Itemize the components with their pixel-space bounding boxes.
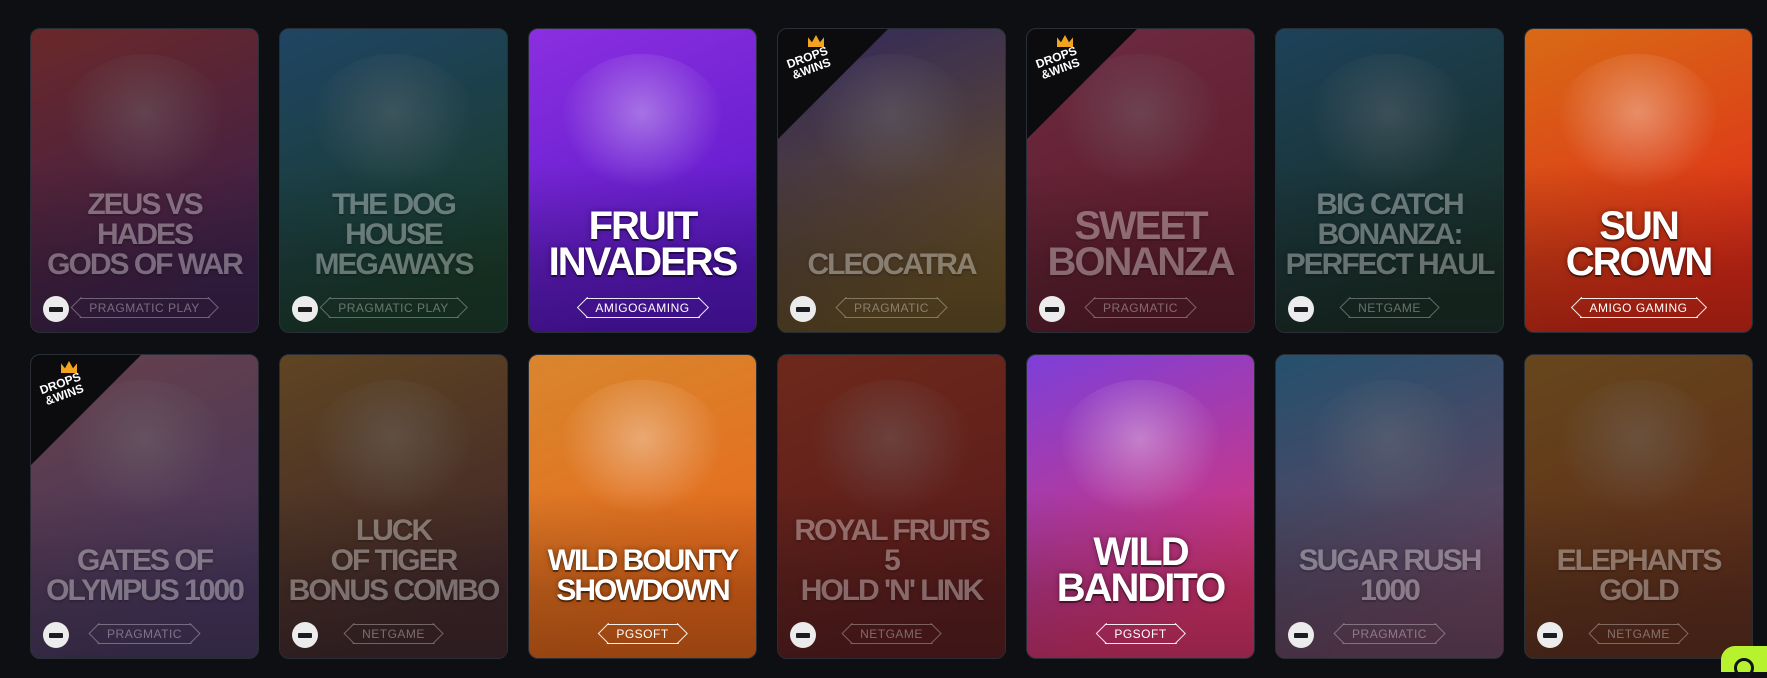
- provider-name: PRAGMATIC: [1103, 301, 1178, 315]
- game-card-12[interactable]: WILD BANDITO PGSOFT: [1026, 354, 1255, 659]
- game-title: LUCK OF TIGER BONUS COMBO: [288, 514, 501, 607]
- provider-label: NETGAME: [342, 622, 445, 645]
- game-card-4[interactable]: CLEOCATRA PRAGMATIC DROPS &WINS: [777, 28, 1006, 333]
- game-title: ROYAL FRUITS 5 HOLD 'N' LINK: [794, 514, 990, 607]
- provider-label: NETGAME: [1587, 622, 1690, 645]
- no-entry-icon: [790, 296, 816, 322]
- disabled-overlay: [778, 355, 1005, 658]
- provider-label: PRAGMATIC PLAY: [70, 296, 219, 319]
- provider-label: NETGAME: [1338, 296, 1441, 319]
- game-card-3[interactable]: FRUIT INVADERS AMIGOGAMING: [528, 28, 757, 333]
- game-title: ELEPHANTS GOLD: [1556, 544, 1723, 607]
- search-icon: [1734, 658, 1754, 678]
- game-title: THE DOG HOUSE MEGAWAYS: [314, 188, 475, 281]
- disabled-overlay: [31, 29, 258, 332]
- game-card-8[interactable]: GATES OF OLYMPUS 1000 PRAGMATIC DROPS &WI…: [30, 354, 259, 659]
- no-entry-icon: [43, 622, 69, 648]
- no-entry-icon: [1039, 296, 1065, 322]
- game-title: CLEOCATRA: [807, 248, 977, 281]
- provider-name: AMIGOGAMING: [595, 301, 690, 315]
- provider-label: NETGAME: [840, 622, 943, 645]
- game-card-10[interactable]: WILD BOUNTY SHOWDOWN PGSOFT: [528, 354, 757, 659]
- game-title: WILD BOUNTY SHOWDOWN: [547, 544, 740, 607]
- provider-name: PGSOFT: [616, 627, 669, 641]
- game-title: ZEUS vs HADES GODS OF WAR: [47, 188, 244, 281]
- provider-label: AMIGOGAMING: [576, 296, 709, 319]
- provider-name: NETGAME: [1607, 627, 1670, 641]
- game-card-11[interactable]: ROYAL FRUITS 5 HOLD 'N' LINK NETGAME: [777, 354, 1006, 659]
- provider-name: NETGAME: [860, 627, 923, 641]
- provider-name: PRAGMATIC: [1352, 627, 1427, 641]
- provider-name: PRAGMATIC PLAY: [89, 301, 200, 315]
- provider-label: PRAGMATIC: [87, 622, 202, 645]
- disabled-overlay: [1276, 29, 1503, 332]
- game-card-7[interactable]: SUN CROWN AMIGO GAMING: [1524, 28, 1753, 333]
- provider-label: PGSOFT: [1095, 622, 1186, 645]
- no-entry-icon: [43, 296, 69, 322]
- no-entry-icon: [292, 296, 318, 322]
- provider-name: NETGAME: [362, 627, 425, 641]
- provider-name: PGSOFT: [1114, 627, 1167, 641]
- game-card-13[interactable]: SUGAR RUSH 1000 PRAGMATIC: [1275, 354, 1504, 659]
- search-button[interactable]: [1721, 646, 1767, 678]
- game-card-14[interactable]: ELEPHANTS GOLD NETGAME: [1524, 354, 1753, 659]
- disabled-overlay: [1525, 355, 1752, 658]
- provider-name: PRAGMATIC PLAY: [338, 301, 449, 315]
- game-title: BIG CATCH BONANZA: PERFECT HAUL: [1285, 188, 1496, 281]
- provider-label: PRAGMATIC PLAY: [319, 296, 468, 319]
- no-entry-icon: [1288, 622, 1314, 648]
- provider-label: PGSOFT: [597, 622, 688, 645]
- provider-name: PRAGMATIC: [107, 627, 182, 641]
- provider-label: PRAGMATIC: [1083, 296, 1198, 319]
- disabled-overlay: [280, 29, 507, 332]
- game-title: SUN CROWN: [1565, 204, 1714, 284]
- game-title: SUGAR RUSH 1000: [1298, 544, 1483, 607]
- game-card-2[interactable]: THE DOG HOUSE MEGAWAYS PRAGMATIC PLAY: [279, 28, 508, 333]
- game-title: SWEET BONANZA: [1047, 204, 1236, 284]
- game-card-1[interactable]: ZEUS vs HADES GODS OF WAR PRAGMATIC PLAY: [30, 28, 259, 333]
- no-entry-icon: [1537, 622, 1563, 648]
- provider-label: AMIGO GAMING: [1570, 296, 1707, 319]
- game-card-6[interactable]: BIG CATCH BONANZA: PERFECT HAUL NETGAME: [1275, 28, 1504, 333]
- game-card-5[interactable]: SWEET BONANZA PRAGMATIC DROPS &WINS: [1026, 28, 1255, 333]
- provider-label: PRAGMATIC: [834, 296, 949, 319]
- game-title: GATES OF OLYMPUS 1000: [46, 544, 245, 607]
- no-entry-icon: [790, 622, 816, 648]
- game-card-9[interactable]: LUCK OF TIGER BONUS COMBO NETGAME: [279, 354, 508, 659]
- provider-name: NETGAME: [1358, 301, 1421, 315]
- provider-name: AMIGO GAMING: [1589, 301, 1688, 315]
- games-grid: ZEUS vs HADES GODS OF WAR PRAGMATIC PLAY…: [30, 28, 1753, 659]
- game-title: WILD BANDITO: [1056, 530, 1226, 610]
- disabled-overlay: [280, 355, 507, 658]
- provider-name: PRAGMATIC: [854, 301, 929, 315]
- no-entry-icon: [1288, 296, 1314, 322]
- game-title: FRUIT INVADERS: [548, 204, 739, 284]
- provider-label: PRAGMATIC: [1332, 622, 1447, 645]
- no-entry-icon: [292, 622, 318, 648]
- disabled-overlay: [1276, 355, 1503, 658]
